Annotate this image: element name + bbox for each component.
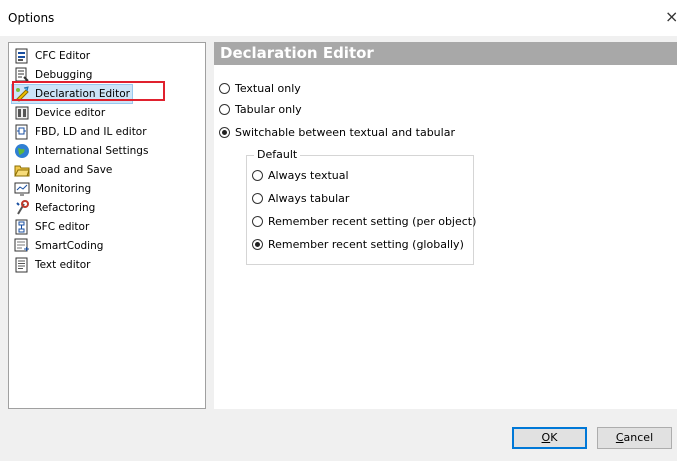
radio-button[interactable] (219, 127, 230, 138)
radio-button[interactable] (252, 193, 263, 204)
radio-switchable[interactable]: Switchable between textual and tabular (219, 126, 455, 139)
debugging-icon (15, 67, 29, 82)
ok-mnemonic: O (541, 431, 551, 444)
tree-item-sfc-editor[interactable]: SFC editor (12, 217, 200, 236)
tree-item-debugging[interactable]: Debugging (12, 65, 200, 84)
refactoring-icon (16, 199, 29, 215)
tree-item-label: SFC editor (35, 220, 90, 233)
tree-item-fbd-ld-il-editor[interactable]: FBD, LD and IL editor (12, 122, 200, 141)
tree-item-label: Text editor (35, 258, 91, 271)
radio-button[interactable] (219, 104, 230, 115)
tree-item-label: FBD, LD and IL editor (35, 125, 147, 138)
radio-remember-globally[interactable]: Remember recent setting (globally) (252, 238, 464, 251)
options-category-tree[interactable]: CFC Editor Debugging Declaration Editor … (8, 42, 206, 409)
tree-item-international-settings[interactable]: International Settings (12, 141, 200, 160)
tree-item-label: Device editor (35, 106, 106, 119)
radio-tabular-only[interactable]: Tabular only (219, 103, 302, 116)
default-group-legend: Default (254, 148, 301, 161)
monitoring-icon (14, 182, 30, 195)
declaration-editor-icon (16, 85, 29, 102)
cancel-mnemonic: C (615, 431, 624, 444)
radio-label: Tabular only (235, 103, 302, 116)
radio-textual-only[interactable]: Textual only (219, 82, 301, 95)
panel-title: Declaration Editor (220, 44, 374, 62)
title-bar: Options × (0, 0, 677, 36)
radio-label: Always tabular (268, 192, 350, 205)
folder-icon (14, 165, 30, 176)
tree-item-device-editor[interactable]: Device editor (12, 103, 200, 122)
radio-label: Remember recent setting (per object) (268, 215, 477, 228)
tree-item-label: Debugging (35, 68, 93, 81)
radio-label: Textual only (235, 82, 301, 95)
ok-button[interactable]: OK (512, 427, 587, 449)
radio-button[interactable] (219, 83, 230, 94)
tree-item-label: Monitoring (35, 182, 92, 195)
panel-header: Declaration Editor (214, 42, 677, 65)
smartcoding-icon (14, 238, 29, 251)
tree-item-text-editor[interactable]: Text editor (12, 255, 200, 274)
tree-item-label: Declaration Editor (35, 87, 130, 100)
settings-panel: Declaration Editor Textual only Tabular … (214, 42, 677, 409)
tree-item-label: SmartCoding (35, 239, 104, 252)
tree-item-label: International Settings (35, 144, 149, 157)
radio-button[interactable] (252, 216, 263, 227)
cancel-button[interactable]: Cancel (597, 427, 672, 449)
radio-always-tabular[interactable]: Always tabular (252, 192, 349, 205)
radio-label: Always textual (268, 169, 349, 182)
tree-item-declaration-editor[interactable]: Declaration Editor (11, 83, 200, 104)
radio-label: Remember recent setting (globally) (268, 238, 464, 251)
radio-button[interactable] (252, 239, 263, 250)
globe-icon (15, 143, 29, 158)
radio-button[interactable] (252, 170, 263, 181)
tree-item-label: Load and Save (35, 163, 113, 176)
window-title: Options (8, 11, 55, 25)
sfc-editor-icon (15, 219, 28, 234)
device-editor-icon (15, 106, 29, 119)
tree-item-cfc-editor[interactable]: CFC Editor (12, 46, 200, 65)
tree-item-load-and-save[interactable]: Load and Save (12, 160, 200, 179)
cancel-rest: ancel (623, 431, 654, 444)
tree-item-refactoring[interactable]: Refactoring (12, 198, 200, 217)
text-editor-icon (15, 257, 28, 272)
tree-item-label: Refactoring (35, 201, 96, 214)
ok-rest: K (550, 431, 558, 444)
tree-item-label: CFC Editor (35, 49, 91, 62)
radio-label: Switchable between textual and tabular (235, 126, 455, 139)
close-icon[interactable]: × (665, 6, 677, 28)
radio-remember-per-object[interactable]: Remember recent setting (per object) (252, 215, 476, 228)
tree-item-smartcoding[interactable]: SmartCoding (12, 236, 200, 255)
radio-always-textual[interactable]: Always textual (252, 169, 349, 182)
tree-item-monitoring[interactable]: Monitoring (12, 179, 200, 198)
fbd-editor-icon (15, 124, 28, 139)
cfc-editor-icon (15, 48, 28, 63)
